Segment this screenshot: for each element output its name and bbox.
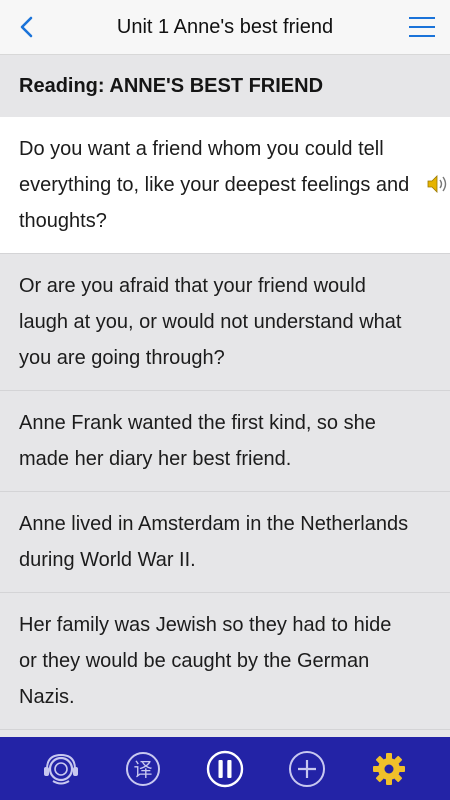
paragraph-text: Or are you afraid that your friend would… xyxy=(19,275,402,369)
translate-button[interactable]: 译 xyxy=(121,747,165,791)
page-title: Unit 1 Anne's best friend xyxy=(116,15,334,38)
back-chevron-icon[interactable] xyxy=(14,14,40,40)
paragraph-text: Do you want a friend whom you could tell… xyxy=(19,138,410,232)
header-bar: Unit 1 Anne's best friend xyxy=(0,0,450,55)
paragraph-text: Anne Frank wanted the first kind, so she… xyxy=(19,412,376,470)
pause-button[interactable] xyxy=(203,747,247,791)
translate-glyph: 译 xyxy=(133,759,152,781)
paragraph-item[interactable]: Do you want a friend whom you could tell… xyxy=(0,117,450,254)
paragraph-list: Do you want a friend whom you could tell… xyxy=(0,117,450,730)
add-button[interactable] xyxy=(285,747,329,791)
section-title: Reading: ANNE'S BEST FRIEND xyxy=(0,55,450,117)
section-title-text: Reading: ANNE'S BEST FRIEND xyxy=(19,74,324,97)
paragraph-text: Anne lived in Amsterdam in the Netherlan… xyxy=(19,513,409,571)
paragraph-item[interactable]: Her family was Jewish so they had to hid… xyxy=(0,593,450,730)
paragraph-text: Her family was Jewish so they had to hid… xyxy=(19,614,392,708)
gear-icon xyxy=(373,752,405,785)
bottom-toolbar: 译 xyxy=(0,737,450,800)
menu-icon[interactable] xyxy=(408,13,436,41)
listen-button[interactable] xyxy=(39,747,83,791)
plus-icon xyxy=(289,750,325,787)
paragraph-item[interactable]: Or are you afraid that your friend would… xyxy=(0,254,450,391)
speaker-icon[interactable] xyxy=(426,173,450,195)
headset-icon xyxy=(44,753,78,784)
translate-icon: 译 xyxy=(126,751,160,786)
settings-button[interactable] xyxy=(367,747,411,791)
paragraph-item[interactable]: Anne lived in Amsterdam in the Netherlan… xyxy=(0,492,450,593)
pause-icon xyxy=(206,750,244,787)
paragraph-item[interactable]: Anne Frank wanted the first kind, so she… xyxy=(0,391,450,492)
